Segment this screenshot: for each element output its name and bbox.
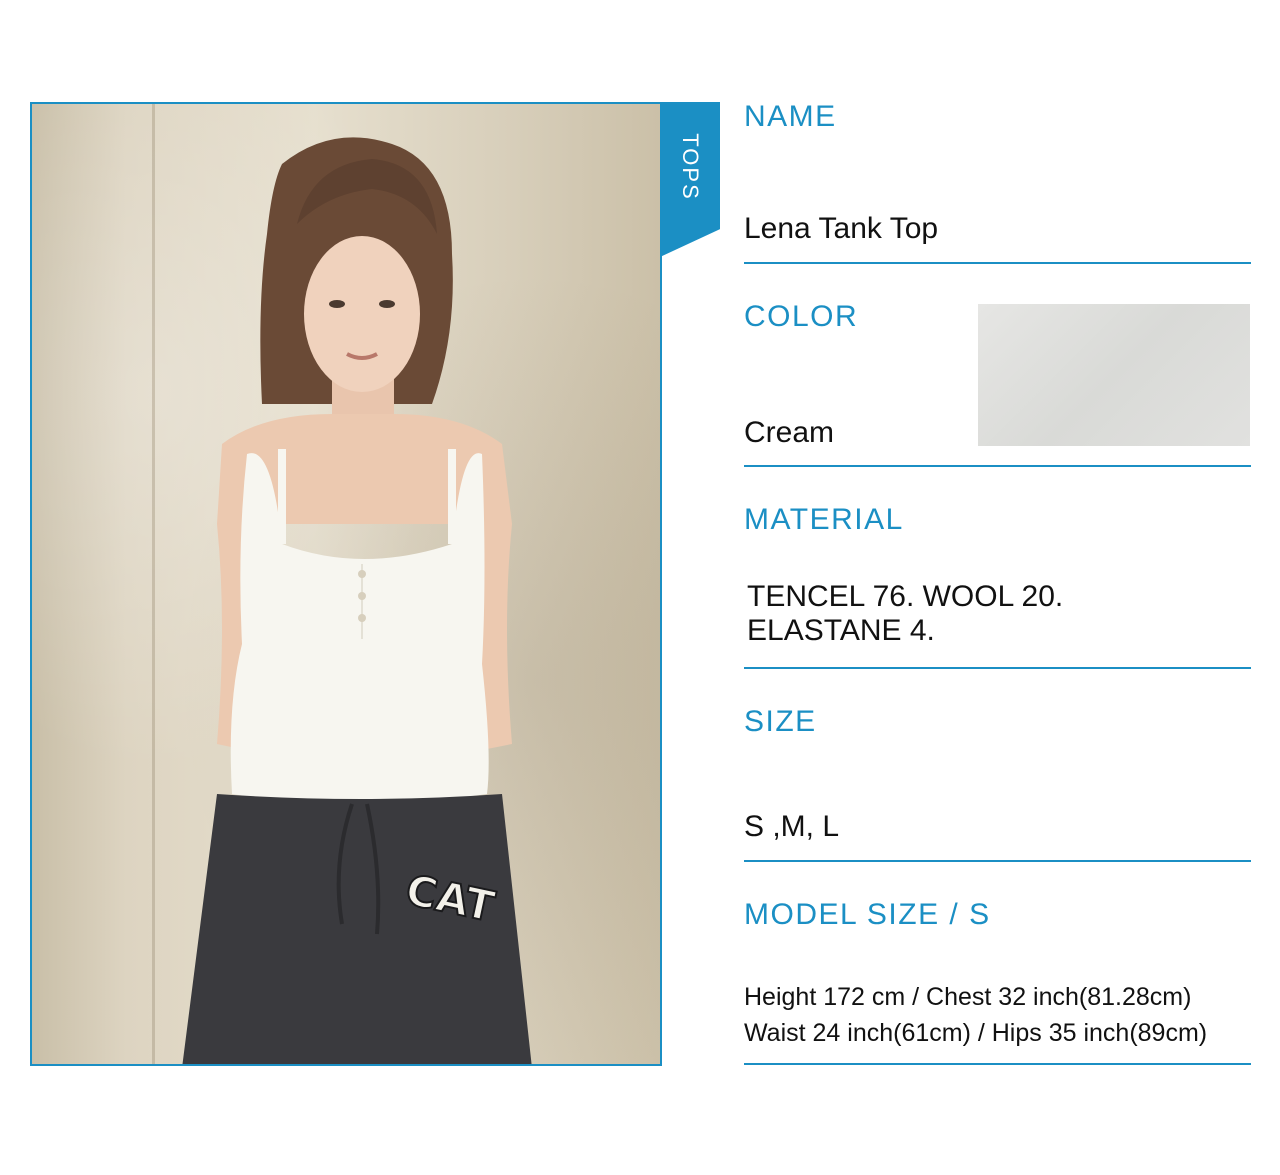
model-measurements-1: Height 172 cm / Chest 32 inch(81.28cm) xyxy=(744,983,1192,1011)
material-line-1: TENCEL 76. WOOL 20. xyxy=(747,580,1064,613)
product-name: Lena Tank Top xyxy=(744,212,939,245)
size-label: SIZE xyxy=(744,705,817,738)
color-swatch xyxy=(978,304,1250,446)
name-label: NAME xyxy=(744,100,837,133)
divider xyxy=(744,465,1251,467)
size-value: S ,M, L xyxy=(744,810,840,843)
color-value: Cream xyxy=(744,416,835,449)
material-line-2: ELASTANE 4. xyxy=(747,614,935,647)
model-figure: CAT xyxy=(182,137,532,1064)
model-measurements-2: Waist 24 inch(61cm) / Hips 35 inch(89cm) xyxy=(744,1019,1208,1047)
material-label: MATERIAL xyxy=(744,503,904,536)
model-size-label: MODEL SIZE / S xyxy=(744,898,991,931)
product-photo: CAT xyxy=(30,102,662,1066)
category-tab-label: TOPS xyxy=(678,133,704,201)
divider xyxy=(744,860,1251,862)
divider xyxy=(744,1063,1251,1065)
divider xyxy=(744,262,1251,264)
divider xyxy=(744,667,1251,669)
color-label: COLOR xyxy=(744,300,859,333)
